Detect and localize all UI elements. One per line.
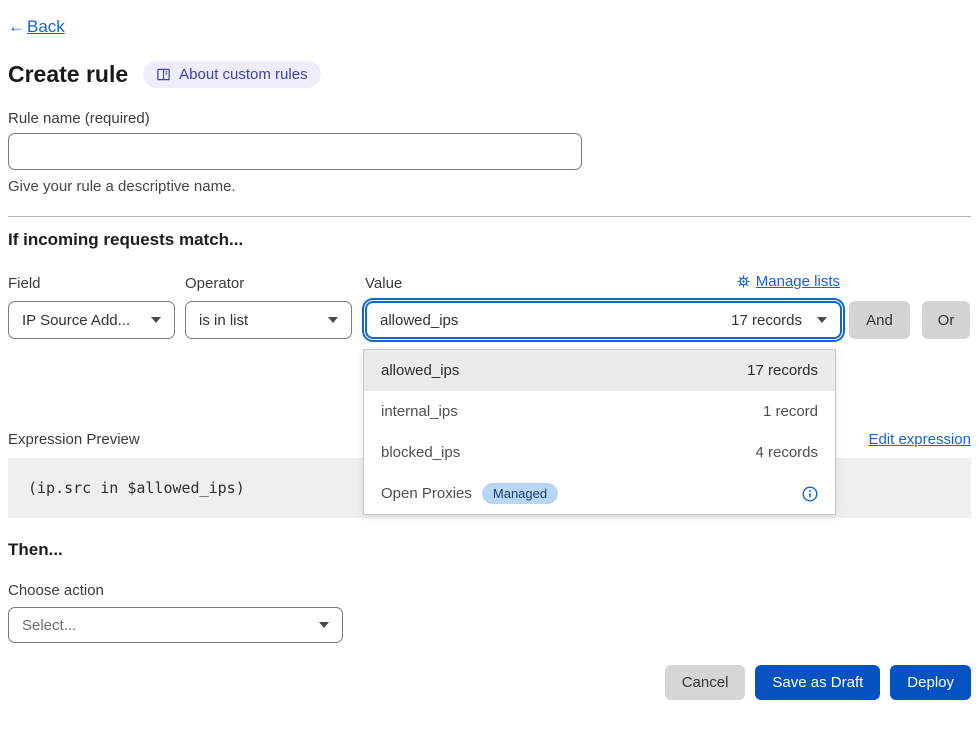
deploy-button[interactable]: Deploy	[890, 665, 971, 700]
about-custom-rules-link[interactable]: About custom rules	[143, 61, 320, 88]
managed-badge: Managed	[482, 483, 558, 504]
field-select[interactable]: IP Source Add...	[8, 301, 175, 339]
dropdown-item-open-proxies[interactable]: Open Proxies Managed	[364, 473, 835, 514]
choose-action-label: Choose action	[8, 582, 971, 599]
chevron-down-icon	[151, 317, 161, 323]
page-title: Create rule	[8, 61, 128, 88]
value-select-value: allowed_ips	[380, 312, 458, 329]
match-controls: Field Operator Value Manage lists	[8, 275, 971, 339]
field-select-value: IP Source Add...	[22, 312, 130, 329]
dropdown-item-allowed-ips[interactable]: allowed_ips 17 records	[364, 350, 835, 391]
and-button[interactable]: And	[849, 301, 910, 339]
manage-lists-link[interactable]: Manage lists	[756, 273, 840, 290]
about-custom-rules-label: About custom rules	[179, 66, 307, 83]
list-name: Open Proxies	[381, 485, 472, 502]
list-record-count: 17 records	[747, 362, 818, 379]
edit-expression-link[interactable]: Edit expression	[868, 431, 971, 448]
then-section-heading: Then...	[8, 540, 971, 560]
back-row: ← Back	[8, 17, 971, 37]
match-section-heading: If incoming requests match...	[8, 230, 971, 250]
save-as-draft-button[interactable]: Save as Draft	[755, 665, 880, 700]
chevron-down-icon	[817, 317, 827, 323]
list-name: internal_ips	[381, 403, 458, 420]
value-dropdown-panel: allowed_ips 17 records internal_ips 1 re…	[363, 349, 836, 515]
operator-select-value: is in list	[199, 312, 248, 329]
dropdown-item-internal-ips[interactable]: internal_ips 1 record	[364, 391, 835, 432]
field-label: Field	[8, 275, 41, 292]
list-record-count: 4 records	[755, 444, 818, 461]
value-select[interactable]: allowed_ips 17 records	[365, 301, 842, 339]
expression-code: (ip.src in $allowed_ips)	[28, 479, 245, 497]
chevron-down-icon	[328, 317, 338, 323]
list-record-count: 1 record	[763, 403, 818, 420]
title-row: Create rule About custom rules	[8, 61, 971, 88]
book-icon	[156, 67, 171, 82]
list-name: allowed_ips	[381, 362, 459, 379]
cancel-button[interactable]: Cancel	[665, 665, 746, 700]
rule-name-input[interactable]	[8, 133, 582, 170]
list-name: blocked_ips	[381, 444, 460, 461]
footer-actions: Cancel Save as Draft Deploy	[8, 665, 971, 700]
operator-select[interactable]: is in list	[185, 301, 352, 339]
section-divider	[8, 216, 971, 217]
gear-icon	[737, 275, 750, 288]
dropdown-item-blocked-ips[interactable]: blocked_ips 4 records	[364, 432, 835, 473]
rule-name-helper: Give your rule a descriptive name.	[8, 178, 971, 195]
manage-lists-row: Manage lists	[365, 273, 840, 290]
back-link[interactable]: Back	[27, 17, 65, 37]
chevron-down-icon	[319, 622, 329, 628]
operator-label: Operator	[185, 275, 244, 292]
action-select-placeholder: Select...	[22, 617, 76, 634]
info-icon[interactable]	[802, 486, 818, 502]
create-rule-page: ← Back Create rule About custom rules Ru…	[0, 0, 979, 739]
action-select[interactable]: Select...	[8, 607, 343, 643]
expression-preview-label: Expression Preview	[8, 431, 140, 448]
or-button[interactable]: Or	[922, 301, 970, 339]
back-arrow-icon: ←	[8, 17, 25, 37]
rule-name-label: Rule name (required)	[8, 110, 971, 127]
value-select-meta: 17 records	[731, 312, 802, 329]
